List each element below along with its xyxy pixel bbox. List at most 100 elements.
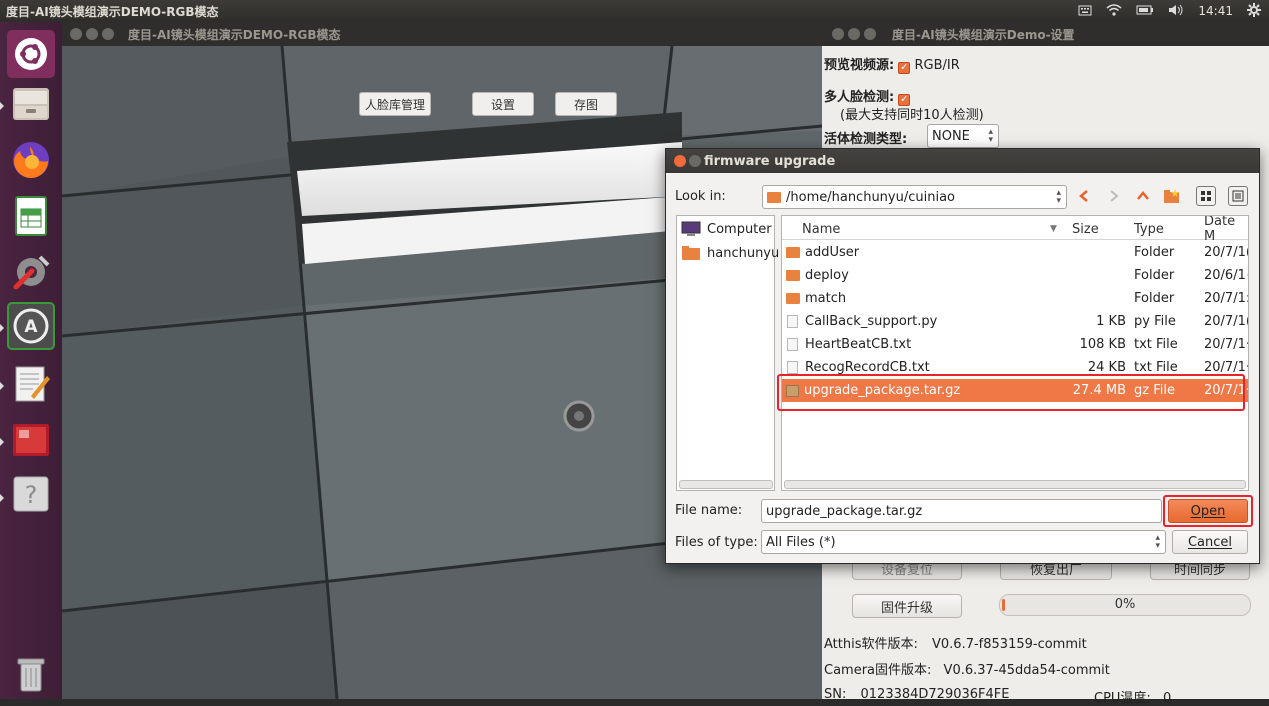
multi-face-row: 多人脸检测: ✓	[824, 86, 911, 106]
software-version-value: V0.6.7-f853159-commit	[932, 637, 1087, 652]
file-row[interactable]: deploy Folder 20/6/1{	[782, 264, 1248, 287]
trash-icon[interactable]	[7, 650, 55, 698]
demo-app-icon[interactable]	[7, 416, 55, 464]
file-row[interactable]: match Folder 20/7/1:	[782, 287, 1248, 310]
file-row[interactable]: HeartBeatCB.txt 108 KB txt File 20/7/1·	[782, 333, 1248, 356]
software-version-row: Atthis软件版本: V0.6.7-f853159-commit	[824, 633, 1087, 652]
sidebar-hscrollbar[interactable]	[679, 480, 773, 489]
liveness-select[interactable]: NONE ▴ ▾	[927, 124, 999, 148]
battery-icon[interactable]	[1136, 4, 1154, 19]
file-icon	[787, 338, 798, 351]
file-type: Folder	[1134, 291, 1175, 306]
upgrade-progress-text: 0%	[1114, 597, 1136, 612]
volume-icon[interactable]	[1168, 4, 1184, 19]
column-size[interactable]: Size	[1072, 218, 1099, 240]
spin-arrows-icon: ▴ ▾	[1155, 533, 1160, 551]
file-type: Folder	[1134, 268, 1175, 283]
camera-firmware-value: V0.6.37-45dda54-commit	[943, 663, 1110, 678]
file-type-select[interactable]: All Files (*) ▴ ▾	[761, 530, 1166, 554]
file-size: 1 KB	[1096, 314, 1126, 329]
places-sidebar: Computer hanchunyu	[676, 215, 779, 491]
open-button-highlight-box	[1163, 495, 1253, 527]
minimize-icon[interactable]	[848, 28, 860, 40]
camera-window-titlebar: 度目-AI镜头模组演示DEMO-RGB模态	[62, 22, 822, 46]
system-settings-icon[interactable]	[7, 248, 55, 296]
file-name: match	[786, 287, 1066, 310]
file-type: txt File	[1134, 337, 1178, 352]
sort-down-icon: ▼	[1050, 224, 1057, 234]
file-row[interactable]: CallBack_support.py 1 KB py File 20/7/1(	[782, 310, 1248, 333]
minimize-icon[interactable]	[689, 155, 701, 167]
keyboard-icon[interactable]	[1078, 4, 1092, 19]
close-icon[interactable]	[70, 28, 82, 40]
detail-view-icon[interactable]	[1196, 186, 1216, 206]
file-date: 20/7/1(	[1204, 245, 1249, 260]
sn-value: 0123384D729036F4FE	[860, 687, 1010, 702]
firefox-icon[interactable]	[7, 136, 55, 184]
firmware-upgrade-button[interactable]: 固件升级	[852, 594, 962, 618]
launcher: A ?	[0, 22, 62, 699]
column-type[interactable]: Type	[1134, 218, 1164, 240]
svg-text:?: ?	[25, 481, 38, 509]
spreadsheet-icon[interactable]	[7, 192, 55, 240]
software-version-label: Atthis软件版本:	[824, 637, 918, 652]
preview-checkbox[interactable]: ✓	[898, 62, 911, 74]
sn-row: SN: 0123384D729036F4FE	[824, 687, 1009, 702]
sidebar-item-home[interactable]: hanchunyu	[681, 242, 779, 264]
text-editor-icon[interactable]	[7, 360, 55, 408]
file-size	[1068, 264, 1130, 287]
indicator-area: 14:41	[1078, 0, 1261, 22]
spin-arrows-icon: ▴ ▾	[988, 127, 993, 145]
column-name[interactable]: Name	[802, 218, 840, 240]
settings-button[interactable]: 设置	[472, 92, 534, 116]
folder-icon	[786, 270, 800, 281]
selected-file-highlight-box	[777, 374, 1245, 411]
settings-window-titlebar: 度目-AI镜头模组演示Demo-设置	[822, 22, 1269, 46]
file-list-hscrollbar[interactable]	[784, 480, 1246, 489]
minimize-icon[interactable]	[86, 28, 98, 40]
folder-icon	[786, 247, 800, 258]
save-image-button[interactable]: 存图	[555, 92, 617, 116]
face-library-button[interactable]: 人脸库管理	[359, 92, 431, 116]
sidebar-item-computer[interactable]: Computer	[681, 219, 772, 239]
file-type: Folder	[1134, 245, 1175, 260]
maximize-icon[interactable]	[864, 28, 876, 40]
folder-icon	[786, 293, 800, 304]
look-in-combo[interactable]: /home/hanchunyu/cuiniao ▴ ▾	[762, 185, 1067, 209]
file-name-label: File name:	[675, 503, 743, 518]
close-icon[interactable]	[674, 155, 686, 167]
settings-gear-icon[interactable]	[1247, 2, 1261, 20]
parent-directory-icon[interactable]	[1133, 186, 1153, 206]
software-updater-icon[interactable]: A	[7, 302, 55, 350]
forward-icon[interactable]	[1104, 186, 1124, 206]
file-name: HeartBeatCB.txt	[786, 333, 1066, 356]
multi-face-label: 多人脸检测:	[824, 90, 895, 105]
clock[interactable]: 14:41	[1198, 4, 1233, 18]
file-name-input[interactable]: upgrade_package.tar.gz	[761, 499, 1162, 523]
file-size: 108 KB	[1079, 337, 1126, 352]
back-icon[interactable]	[1074, 186, 1094, 206]
cancel-button[interactable]: Cancel	[1172, 530, 1248, 554]
spin-arrows-icon: ▴ ▾	[1056, 188, 1061, 206]
close-icon[interactable]	[832, 28, 844, 40]
new-folder-icon[interactable]	[1162, 186, 1182, 206]
file-row[interactable]: addUser Folder 20/7/1(	[782, 241, 1249, 264]
wifi-icon[interactable]	[1106, 3, 1122, 19]
camera-firmware-row: Camera固件版本: V0.6.37-45dda54-commit	[824, 659, 1110, 678]
file-list-header	[782, 216, 1248, 240]
maximize-icon[interactable]	[102, 28, 114, 40]
file-date: 20/6/1{	[1204, 268, 1248, 283]
file-type: py File	[1134, 314, 1176, 329]
launcher-indicator-arrow	[0, 382, 4, 390]
launcher-indicator-arrow	[0, 102, 4, 110]
column-date[interactable]: Date M	[1204, 216, 1248, 244]
dialog-title: firmware upgrade	[704, 153, 836, 169]
dialog-titlebar: firmware upgrade	[666, 149, 1259, 173]
files-icon[interactable]	[7, 80, 55, 128]
ubuntu-dash-icon[interactable]	[7, 30, 55, 78]
folder-icon	[767, 191, 781, 203]
list-view-icon[interactable]	[1228, 186, 1248, 206]
file-icon	[787, 361, 798, 374]
help-icon[interactable]: ?	[7, 470, 55, 518]
active-app-title: 度目-AI镜头模组演示DEMO-RGB模态	[6, 4, 219, 19]
